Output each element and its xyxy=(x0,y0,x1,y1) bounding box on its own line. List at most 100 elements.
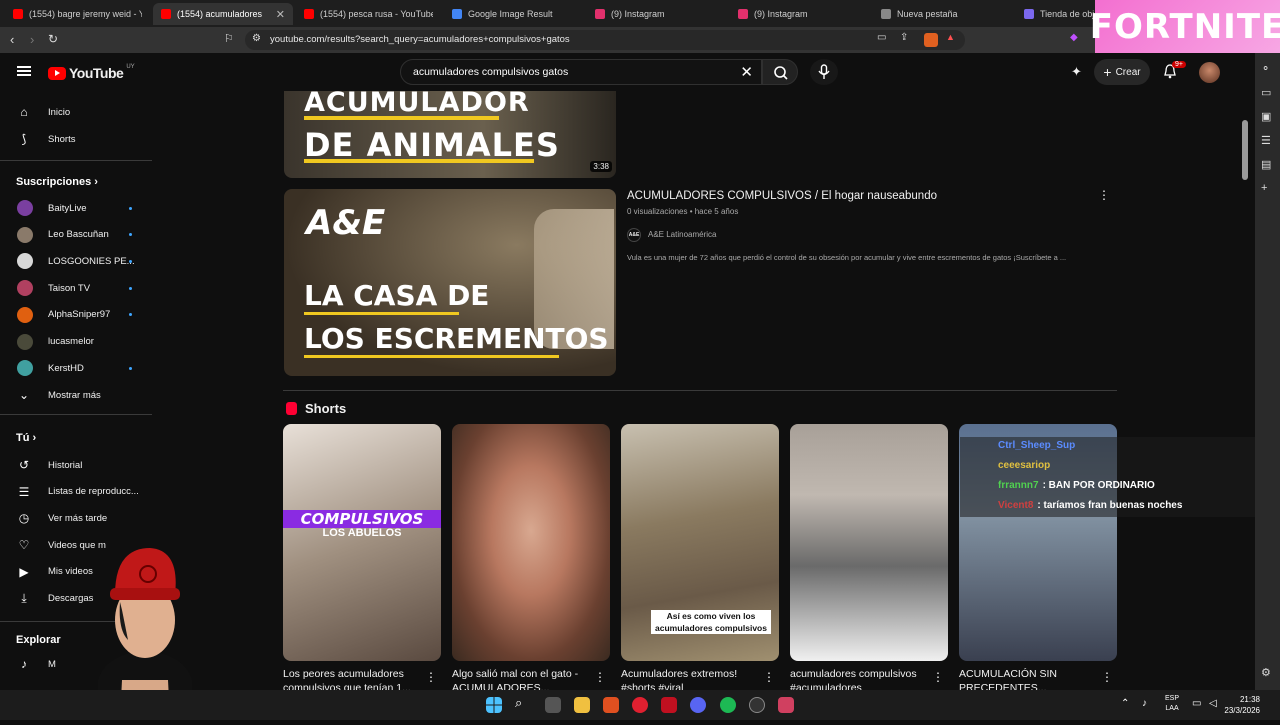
channel-avatar[interactable]: A&E xyxy=(627,228,641,242)
search-query: acumuladores compulsivos gatos xyxy=(413,66,569,78)
media-player-icon[interactable] xyxy=(632,697,648,713)
video-title[interactable]: ACUMULADORES COMPULSIVOS / El hogar naus… xyxy=(627,190,937,202)
spotify-icon[interactable] xyxy=(720,697,736,713)
youtube-header: YouTube UY acumuladores compulsivos gato… xyxy=(0,53,1245,91)
reload-icon[interactable]: ↻ xyxy=(48,32,58,46)
short-thumbnail[interactable] xyxy=(452,424,610,661)
sidebar-item[interactable]: ◷ Ver más tarde xyxy=(0,505,155,531)
cast-icon[interactable]: ✦ xyxy=(1071,64,1082,80)
tab-label: (1554) pesca rusa - YouTube xyxy=(320,9,433,19)
scrollbar[interactable] xyxy=(1242,60,1249,690)
more-options-icon[interactable]: ⋮ xyxy=(932,670,944,684)
sidebar-item[interactable]: ☰ Listas de reproducc... xyxy=(0,479,155,505)
clock[interactable]: 21:38 23/3/2026 xyxy=(1224,694,1260,716)
brave-shield-icon[interactable] xyxy=(924,33,938,47)
share-icon[interactable]: ⇪ xyxy=(900,32,908,43)
sidebar-subscription[interactable]: BaityLive xyxy=(0,195,155,221)
search-input[interactable]: acumuladores compulsivos gatos ✕ xyxy=(400,59,762,85)
myvideos-icon: ▶ xyxy=(19,564,29,579)
you-heading[interactable]: Tú › xyxy=(16,432,36,444)
network-icon[interactable]: ▭ xyxy=(1192,698,1201,709)
more-options-icon[interactable]: ⋮ xyxy=(594,670,606,684)
browser-tab[interactable]: (1554) bagre jeremy weid - You xyxy=(5,3,150,25)
sidebar-subscription[interactable]: lucasmelor xyxy=(0,329,155,355)
subscriptions-heading[interactable]: Suscripciones › xyxy=(16,176,98,188)
add-panel-icon[interactable]: + xyxy=(1261,182,1267,194)
tab-favicon-icon xyxy=(161,9,171,19)
chat-username: ceeesariop xyxy=(998,460,1051,471)
valorant-icon[interactable] xyxy=(778,697,794,713)
chevron-down-icon: ⌄ xyxy=(18,388,30,402)
tab-label: Nueva pestaña xyxy=(897,9,958,19)
rewards-icon[interactable]: ▲ xyxy=(946,32,955,42)
sidebar-item[interactable]: ↺ Historial xyxy=(0,452,155,478)
show-more-button[interactable]: ⌄ Mostrar más xyxy=(0,382,155,408)
browser-tab[interactable]: (9) Instagram xyxy=(587,3,727,25)
sidebar-subscription[interactable]: Taison TV xyxy=(0,275,155,301)
mic-tray-icon[interactable]: ♪ xyxy=(1142,698,1147,709)
wallet-icon[interactable]: ▣ xyxy=(1261,110,1271,123)
search-taskbar-icon[interactable]: ⌕ xyxy=(515,695,531,711)
live-dot-icon xyxy=(129,313,132,317)
bookmark-icon[interactable]: ⚐ xyxy=(224,32,234,45)
volume-icon[interactable]: ◁ xyxy=(1209,698,1217,709)
close-tab-icon[interactable]: ✕ xyxy=(276,8,285,21)
windows-start-icon[interactable] xyxy=(486,697,502,713)
tray-chevron-icon[interactable]: ⌃ xyxy=(1121,698,1129,709)
short-thumbnail[interactable] xyxy=(790,424,948,661)
sidebar-divider xyxy=(0,160,152,161)
voice-search-button[interactable] xyxy=(810,59,838,85)
tab-favicon-icon xyxy=(1024,9,1034,19)
obs-icon[interactable] xyxy=(749,697,765,713)
short-thumbnail[interactable]: COMPULSIVOS LOS ABUELOS xyxy=(283,424,441,661)
clear-search-icon[interactable]: ✕ xyxy=(740,63,753,81)
settings-gear-icon[interactable]: ⚙ xyxy=(1261,666,1271,679)
extension-icon[interactable]: ◆ xyxy=(1070,32,1078,43)
app-icon[interactable] xyxy=(661,697,677,713)
browser-tab[interactable]: Nueva pestaña xyxy=(873,3,1013,25)
browser-tab[interactable]: (1554) acumuladores comp ✕ xyxy=(153,3,293,25)
browser-tab[interactable]: (1554) pesca rusa - YouTube xyxy=(296,3,441,25)
language-indicator[interactable]: ESP LAA xyxy=(1165,694,1179,714)
screen-icon[interactable]: ▭ xyxy=(877,32,886,43)
more-options-icon[interactable]: ⋮ xyxy=(763,670,775,684)
sidebar-subscription[interactable]: LOSGOONIES PE... xyxy=(0,248,155,274)
task-view-icon[interactable] xyxy=(545,697,561,713)
chat-message: frrannn7: BAN POR ORDINARIO xyxy=(998,480,1155,491)
clock-icon: ◷ xyxy=(18,511,30,526)
more-options-icon[interactable]: ⋮ xyxy=(1101,670,1113,684)
scrollbar-thumb[interactable] xyxy=(1242,120,1248,180)
panel-icon-2[interactable]: ▭ xyxy=(1261,86,1271,99)
video-thumbnail-1[interactable]: ACUMULADOR DE ANIMALES 3:38 xyxy=(284,91,616,178)
create-button[interactable]: + Crear xyxy=(1094,59,1150,85)
more-options-icon[interactable]: ⋮ xyxy=(425,670,437,684)
short-thumbnail[interactable]: Así es como viven los acumuladores compul… xyxy=(621,424,779,661)
browser-tab[interactable]: Google Image Result xyxy=(444,3,584,25)
sidebar-subscription[interactable]: KerstHD xyxy=(0,355,155,381)
browser-tab[interactable]: (9) Instagram xyxy=(730,3,870,25)
chat-username: Vicent8 xyxy=(998,500,1034,511)
channel-name[interactable]: A&E Latinoamérica xyxy=(648,230,716,239)
url-field[interactable]: ⚙ youtube.com/results?search_query=acumu… xyxy=(245,30,965,50)
panel-icon-1[interactable]: ⚬ xyxy=(1261,62,1270,75)
discord-icon[interactable] xyxy=(690,697,706,713)
back-icon[interactable]: ‹ xyxy=(10,32,14,47)
sidebar-item-shorts[interactable]: ⟆ Shorts xyxy=(0,126,155,152)
sidebar-subscription[interactable]: AlphaSniper97 xyxy=(0,302,155,328)
bookmarks-icon[interactable]: ▤ xyxy=(1261,158,1271,171)
file-explorer-icon[interactable] xyxy=(574,697,590,713)
chat-message: Ctrl_Sheep_Sup xyxy=(998,440,1079,451)
video-thumbnail-2[interactable]: A&E LA CASA DE LOS ESCREMENTOS xyxy=(284,189,616,376)
youtube-logo[interactable]: YouTube UY xyxy=(48,64,135,81)
more-options-icon[interactable]: ⋮ xyxy=(1098,188,1110,202)
sidebar-item-inicio[interactable]: ⌂ Inicio xyxy=(0,99,155,125)
forward-icon[interactable]: › xyxy=(30,32,34,47)
user-avatar[interactable] xyxy=(1199,62,1220,83)
thumb-text-top: ACUMULADOR xyxy=(304,91,530,118)
brave-browser-icon[interactable] xyxy=(603,697,619,713)
site-info-icon[interactable]: ⚙ xyxy=(252,33,261,44)
sidebar-subscription[interactable]: Leo Bascuñan xyxy=(0,222,155,248)
search-button[interactable] xyxy=(762,59,798,85)
reading-list-icon[interactable]: ☰ xyxy=(1261,134,1271,147)
menu-icon[interactable] xyxy=(17,66,31,76)
